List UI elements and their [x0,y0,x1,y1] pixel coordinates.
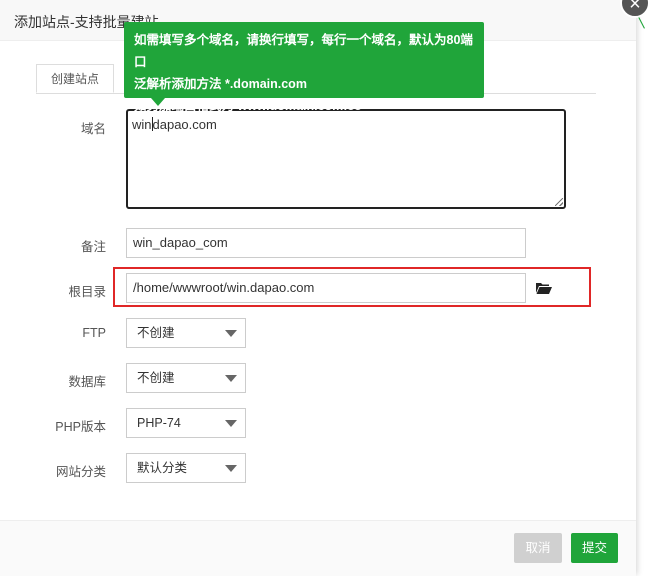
domain-label: 域名 [80,122,106,136]
php-version-select-value: PHP-74 [137,416,181,430]
site-category-select-value: 默认分类 [137,461,188,475]
site-category-select[interactable]: 默认分类 [126,453,246,483]
remark-input[interactable]: win_dapao_com [126,228,526,258]
tooltip-arrow [151,98,165,106]
database-select[interactable]: 不创建 [126,363,246,393]
domain-textarea[interactable]: windapao.com [126,109,566,209]
tooltip-line-1: 如需填写多个域名，请换行填写，每行一个域名，默认为80端口 [134,33,473,69]
ftp-label: FTP [82,326,106,340]
chevron-down-icon [225,420,237,427]
tab-create-site[interactable]: 创建站点 [36,64,114,93]
submit-button[interactable]: 提交 [571,533,618,563]
database-label: 数据库 [68,375,106,389]
tooltip-line-3: 如另加端口格式为 www.domain.com:88 [134,99,362,113]
chevron-down-icon [225,375,237,382]
tooltip-line-2: 泛解析添加方法 *.domain.com [134,77,307,91]
root-dir-highlight-box [113,267,591,307]
chevron-down-icon [225,330,237,337]
ftp-select-value: 不创建 [137,326,175,340]
domain-value-start: win [132,117,152,132]
database-select-value: 不创建 [137,371,175,385]
ftp-select[interactable]: 不创建 [126,318,246,348]
root-dir-label: 根目录 [68,285,106,299]
site-category-label: 网站分类 [55,465,106,479]
remark-label: 备注 [80,240,106,254]
chevron-down-icon [225,465,237,472]
php-version-label: PHP版本 [55,420,106,434]
resize-handle-icon[interactable] [555,198,563,206]
domain-help-tooltip: 如需填写多个域名，请换行填写，每行一个域名，默认为80端口 泛解析添加方法 *.… [124,22,484,113]
domain-value-end: dapao.com [152,117,217,132]
php-version-select[interactable]: PHP-74 [126,408,246,438]
cancel-button[interactable]: 取消 [514,533,562,563]
